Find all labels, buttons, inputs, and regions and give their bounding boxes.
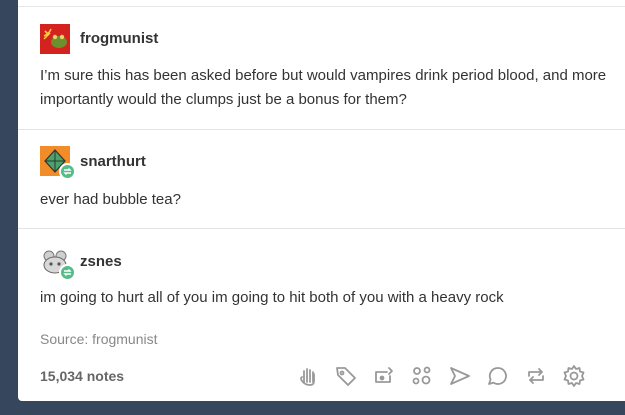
username-snarthurt[interactable]: snarthurt xyxy=(80,153,146,170)
circles-icon[interactable] xyxy=(408,362,436,390)
post-text-frogmunist: I’m sure this has been asked before but … xyxy=(40,67,607,108)
queue-eye-icon[interactable] xyxy=(370,362,398,390)
notes-count[interactable]: 15,034 notes xyxy=(40,368,124,384)
reblog-badge-icon xyxy=(59,163,76,180)
settings-icon[interactable] xyxy=(560,362,588,390)
post-divider xyxy=(18,228,625,229)
username-zsnes[interactable]: zsnes xyxy=(80,253,122,270)
post-text-snarthurt: ever had bubble tea? xyxy=(40,191,181,208)
avatar-frogmunist[interactable] xyxy=(40,24,70,54)
reblog-icon[interactable] xyxy=(522,362,550,390)
hand-icon[interactable] xyxy=(294,362,322,390)
post-card: frogmunist I’m sure this has been asked … xyxy=(18,0,625,401)
username-frogmunist[interactable]: frogmunist xyxy=(80,30,158,47)
top-divider xyxy=(18,6,625,7)
post-divider xyxy=(18,129,625,130)
source-link[interactable]: Source: frogmunist xyxy=(40,331,158,347)
tag-icon[interactable] xyxy=(332,362,360,390)
reblog-badge-icon xyxy=(59,264,76,281)
share-icon[interactable] xyxy=(446,362,474,390)
post-text-zsnes: im going to hurt all of you im going to … xyxy=(40,289,504,306)
reply-icon[interactable] xyxy=(484,362,512,390)
